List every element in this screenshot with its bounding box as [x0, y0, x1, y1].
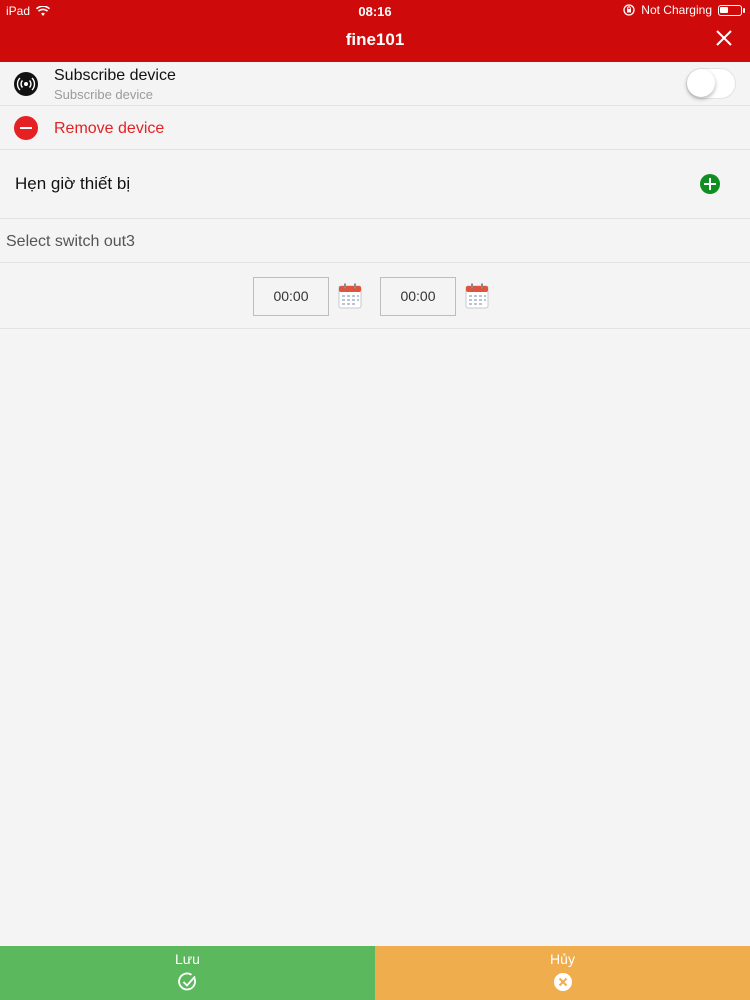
remove-row[interactable]: Remove device	[0, 106, 750, 150]
app-header: iPad 08:16 Not Charging fine101	[0, 0, 750, 62]
toggle-knob	[687, 69, 715, 97]
footer-actions: Lưu Hủy	[0, 946, 750, 1000]
broadcast-icon	[14, 72, 38, 96]
add-schedule-icon[interactable]	[700, 174, 720, 194]
calendar-icon[interactable]	[338, 283, 362, 309]
remove-icon	[14, 116, 38, 140]
schedule-row: Hẹn giờ thiết bị	[0, 150, 750, 219]
save-label: Lưu	[175, 951, 200, 967]
page-title: fine101	[345, 30, 405, 49]
calendar-icon[interactable]	[465, 283, 489, 309]
time-range-row: 00:00 00:00	[0, 263, 750, 329]
end-time-field[interactable]: 00:00	[380, 277, 456, 316]
subscribe-row: Subscribe device Subscribe device	[0, 62, 750, 106]
start-time-field[interactable]: 00:00	[253, 277, 329, 316]
save-button[interactable]: Lưu	[0, 946, 375, 1000]
schedule-label: Hẹn giờ thiết bị	[15, 174, 131, 193]
check-circle-icon	[177, 972, 196, 991]
close-icon[interactable]	[714, 28, 734, 48]
remove-device-label[interactable]: Remove device	[54, 120, 164, 138]
subscribe-toggle[interactable]	[686, 68, 736, 99]
cancel-label: Hủy	[550, 951, 575, 967]
select-switch-label[interactable]: Select switch out3	[6, 233, 135, 251]
battery-icon	[718, 4, 745, 16]
close-circle-icon	[553, 973, 572, 991]
status-right: Not Charging	[623, 3, 745, 17]
select-switch-row[interactable]: Select switch out3	[0, 219, 750, 263]
status-bar: iPad 08:16 Not Charging	[0, 3, 750, 21]
subscribe-sublabel: Subscribe device	[54, 87, 153, 102]
charging-status: Not Charging	[641, 3, 712, 17]
orientation-lock-icon	[623, 4, 635, 16]
subscribe-label: Subscribe device	[54, 67, 176, 84]
cancel-button[interactable]: Hủy	[375, 946, 750, 1000]
